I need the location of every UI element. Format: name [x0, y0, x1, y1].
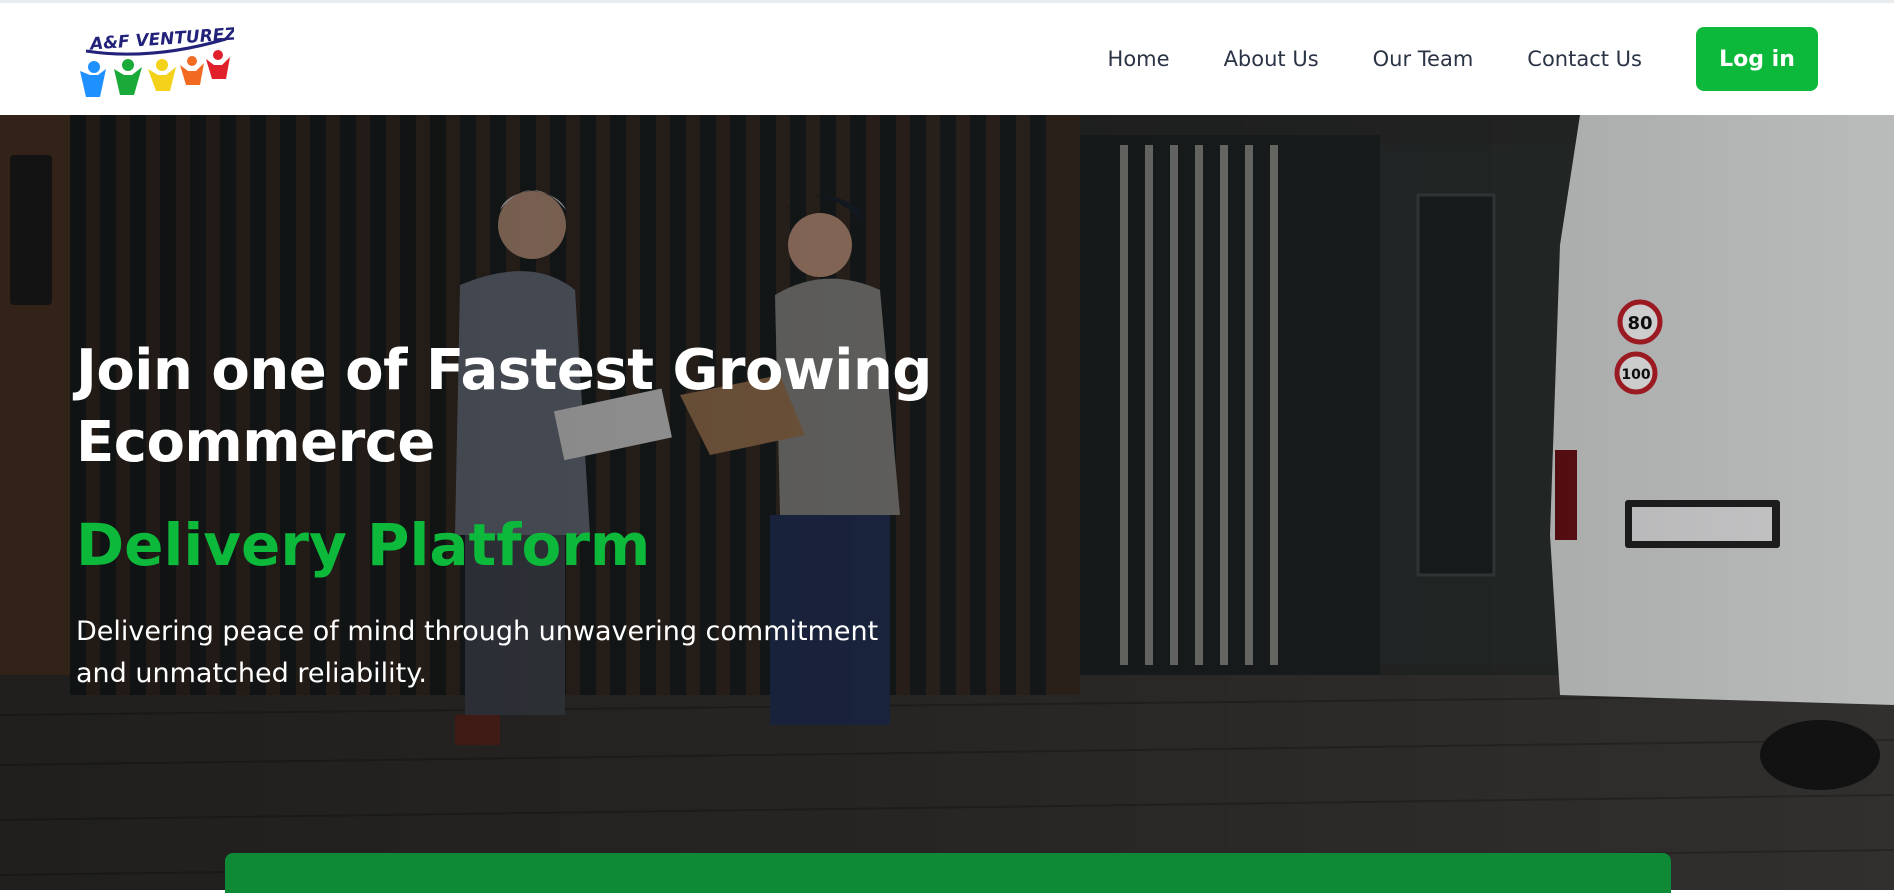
hero-lead: Delivering peace of mind through unwaver… [76, 616, 879, 689]
hero-title: Join one of Fastest Growing Ecommerce [76, 338, 932, 475]
site-header: A&F VENTUREZ Home About Us Our Team Cont… [0, 3, 1894, 115]
brand-logo[interactable]: A&F VENTUREZ [76, 21, 234, 97]
login-button[interactable]: Log in [1696, 27, 1818, 91]
svg-text:A&F VENTUREZ: A&F VENTUREZ [87, 24, 234, 54]
nav-home[interactable]: Home [1108, 47, 1170, 71]
nav-about-us[interactable]: About Us [1224, 47, 1319, 71]
nav-our-team[interactable]: Our Team [1373, 47, 1474, 71]
nav-contact-us[interactable]: Contact Us [1527, 47, 1642, 71]
green-banner-strip [225, 853, 1671, 893]
main-nav: Home About Us Our Team Contact Us [1108, 47, 1642, 71]
hero-content: Join one of Fastest Growing Ecommerce De… [76, 335, 976, 695]
hero-section: 80 100 Join one of Fastest Growing Ecomm… [0, 115, 1894, 890]
hero-highlight: Delivery Platform [76, 511, 651, 579]
